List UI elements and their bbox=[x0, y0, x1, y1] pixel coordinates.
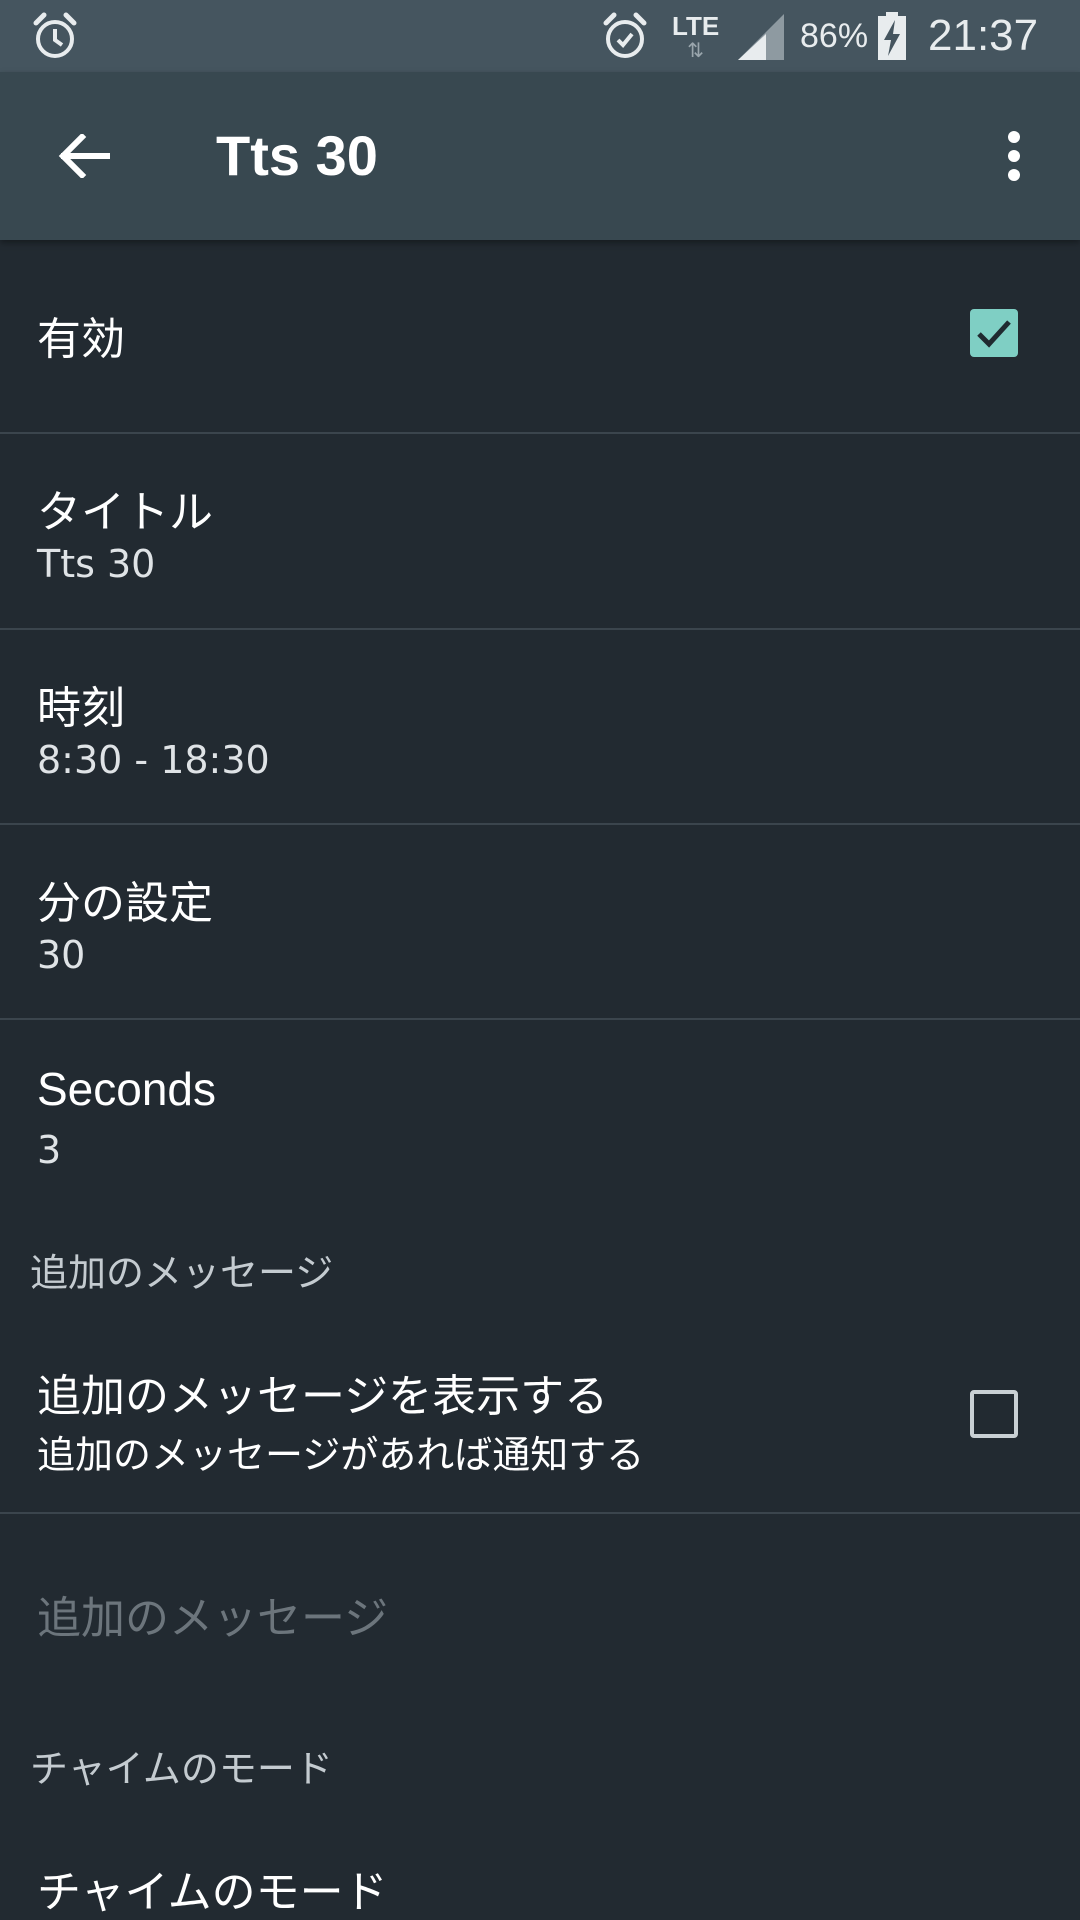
setting-enabled-label: 有効 bbox=[37, 314, 125, 365]
setting-chime-mode[interactable]: チャイムのモード bbox=[0, 1830, 1080, 1920]
setting-show-extra-message[interactable]: 追加のメッセージを表示する 追加のメッセージがあれば通知する bbox=[0, 1320, 1080, 1512]
setting-show-extra-summary: 追加のメッセージがあれば通知する bbox=[37, 1433, 645, 1477]
more-vert-icon bbox=[1008, 131, 1020, 181]
setting-seconds-value: 3 bbox=[37, 1128, 62, 1172]
setting-show-extra-label: 追加のメッセージを表示する bbox=[37, 1371, 609, 1422]
setting-seconds[interactable]: Seconds 3 bbox=[0, 1020, 1080, 1210]
setting-title-value: Tts 30 bbox=[37, 542, 156, 586]
category-chime-mode: チャイムのモード bbox=[30, 1747, 333, 1791]
page-title: Tts 30 bbox=[216, 124, 378, 187]
setting-chime-mode-label: チャイムのモード bbox=[37, 1867, 388, 1918]
overflow-menu-button[interactable] bbox=[976, 116, 1052, 196]
setting-minutes-value: 30 bbox=[37, 933, 86, 977]
setting-time[interactable]: 時刻 8:30 - 18:30 bbox=[0, 630, 1080, 824]
check-icon bbox=[977, 320, 1011, 348]
setting-enabled[interactable]: 有効 bbox=[0, 240, 1080, 432]
show-extra-checkbox[interactable] bbox=[970, 1390, 1018, 1438]
setting-time-label: 時刻 bbox=[37, 683, 125, 734]
setting-minutes-label: 分の設定 bbox=[37, 878, 213, 929]
arrow-back-icon bbox=[58, 134, 110, 178]
battery-charging-icon bbox=[876, 0, 908, 72]
clock-label: 21:37 bbox=[928, 11, 1039, 60]
alarm-icon bbox=[28, 0, 82, 72]
setting-extra-message: 追加のメッセージ bbox=[0, 1514, 1080, 1684]
network-type: LTE ⇅ bbox=[672, 0, 719, 72]
app-toolbar: Tts 30 bbox=[0, 72, 1080, 240]
setting-seconds-label: Seconds bbox=[37, 1063, 217, 1115]
setting-title-label: タイトル bbox=[37, 487, 213, 538]
setting-title[interactable]: タイトル Tts 30 bbox=[0, 434, 1080, 628]
alarm-icon bbox=[598, 0, 652, 72]
data-arrows-icon: ⇅ bbox=[687, 38, 704, 62]
back-button[interactable] bbox=[44, 116, 124, 196]
setting-minutes[interactable]: 分の設定 30 bbox=[0, 825, 1080, 1018]
network-label: LTE bbox=[672, 11, 720, 41]
clock: 21:37 bbox=[928, 0, 1038, 72]
battery-label: 86% bbox=[800, 16, 869, 55]
battery-percent: 86% bbox=[800, 0, 868, 72]
setting-extra-message-label: 追加のメッセージ bbox=[37, 1593, 389, 1644]
signal-icon bbox=[736, 0, 786, 72]
category-extra-messages: 追加のメッセージ bbox=[30, 1251, 334, 1295]
status-bar: LTE ⇅ 86% 21:37 bbox=[0, 0, 1080, 72]
setting-time-value: 8:30 - 18:30 bbox=[37, 738, 270, 782]
enabled-checkbox[interactable] bbox=[970, 309, 1018, 357]
